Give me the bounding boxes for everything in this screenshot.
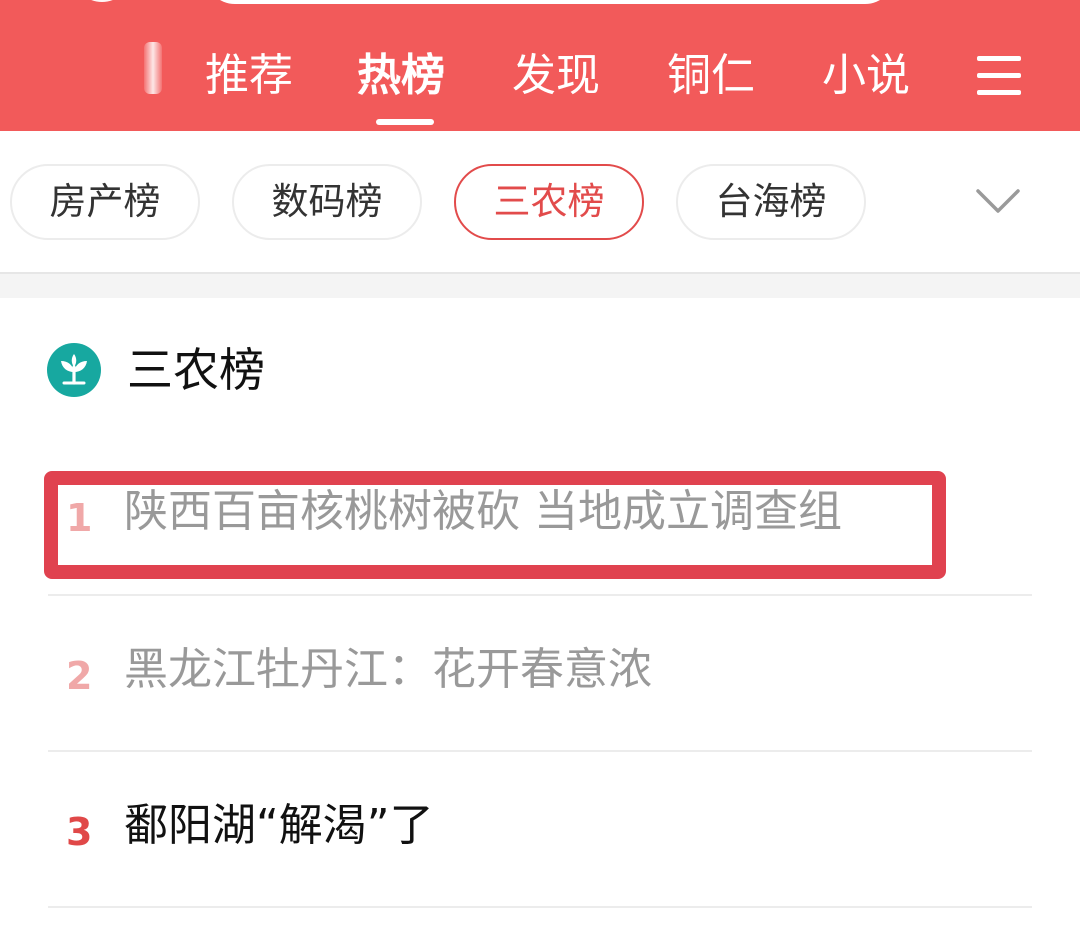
chevron-down-icon[interactable] xyxy=(974,183,1022,217)
avatar-button[interactable] xyxy=(72,0,132,2)
active-tab-indicator xyxy=(376,119,434,125)
ranking-item-3[interactable]: 3 鄱阳湖“解渴”了 xyxy=(48,752,1032,902)
scroll-fade-indicator xyxy=(144,42,162,94)
tab-hot-list[interactable]: 热榜 xyxy=(357,46,445,106)
section-gap xyxy=(0,274,1080,298)
rank-number: 2 xyxy=(66,654,93,698)
tab-recommend[interactable]: 推荐 xyxy=(205,46,293,106)
tab-discover[interactable]: 发现 xyxy=(512,46,600,106)
top-nav-bar: 推荐 热榜 发现 铜仁 小说 xyxy=(0,0,1080,131)
chip-digital[interactable]: 数码榜 xyxy=(232,164,422,240)
tab-novel[interactable]: 小说 xyxy=(822,46,910,106)
section-title: 三农榜 xyxy=(127,343,265,397)
rank-number: 3 xyxy=(66,810,93,854)
chip-taiwan-strait[interactable]: 台海榜 xyxy=(676,164,866,240)
sprout-icon xyxy=(47,343,101,397)
row-divider xyxy=(48,906,1032,908)
category-chip-bar: 房产榜 数码榜 三农榜 台海榜 xyxy=(0,131,1080,273)
highlight-annotation-box xyxy=(44,471,946,579)
ranking-item-2[interactable]: 2 黑龙江牡丹江：花开春意浓 xyxy=(48,596,1032,746)
menu-icon[interactable] xyxy=(977,56,1021,96)
tab-tongren[interactable]: 铜仁 xyxy=(667,46,755,106)
search-bar[interactable] xyxy=(205,0,895,4)
chip-real-estate[interactable]: 房产榜 xyxy=(10,164,200,240)
ranking-item-title: 鄱阳湖“解渴”了 xyxy=(124,800,434,851)
ranking-item-title: 黑龙江牡丹江：花开春意浓 xyxy=(124,644,652,695)
agriculture-ranking-card: 三农榜 1 陕西百亩核桃树被砍 当地成立调查组 2 黑龙江牡丹江：花开春意浓 3… xyxy=(0,298,1080,940)
chip-agriculture[interactable]: 三农榜 xyxy=(454,164,644,240)
